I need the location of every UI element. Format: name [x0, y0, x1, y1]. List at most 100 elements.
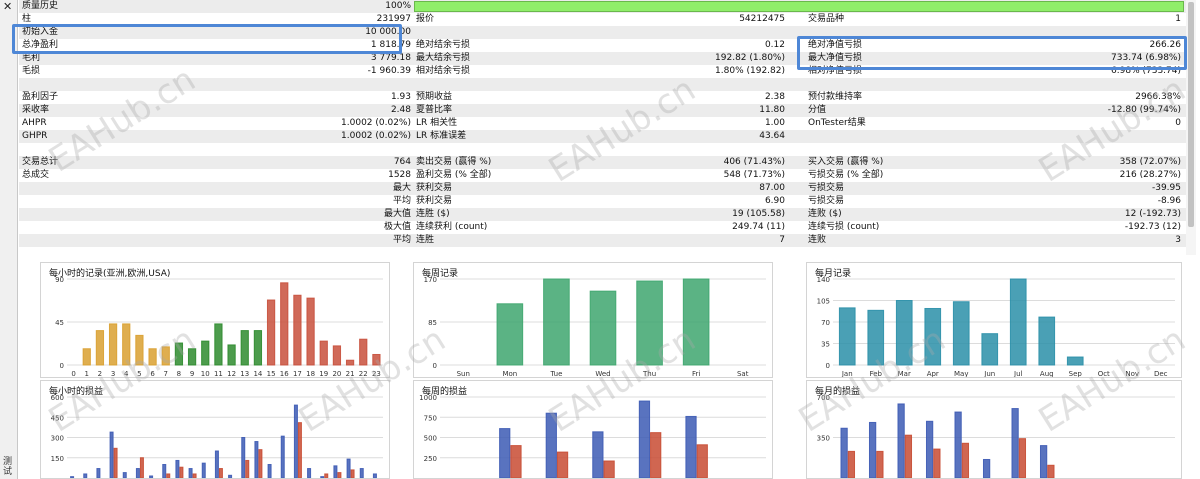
- report-row-spacer-2: [19, 143, 1186, 156]
- margin-level-value: 2966.38%: [1135, 92, 1181, 102]
- report-row-maximal-consec: 极大值 连续获利 (count) 249.74 (11) 连续亏损 (count…: [19, 221, 1186, 234]
- maximal-consec-profit-value: 249.74 (11): [732, 222, 785, 232]
- chart-bar: [895, 300, 913, 366]
- report-scrollbar[interactable]: [1186, 0, 1196, 255]
- gross-profit-label: 毛利: [22, 53, 41, 63]
- x-tick-label: Apr: [927, 370, 939, 378]
- chart-bar: [161, 346, 170, 366]
- chart-bar: [332, 345, 342, 366]
- gross-profit-value: 3 779.18: [370, 53, 411, 63]
- report-row-ghpr: GHPR 1.0002 (0.02%) LR 标准误差 43.64: [19, 130, 1186, 143]
- quality-value: 100%: [385, 1, 411, 11]
- chart-monthly-pnl: 每月的损益 700 350: [806, 380, 1182, 479]
- side-tab-label[interactable]: 测试: [3, 457, 15, 477]
- x-tick-label: Mar: [898, 370, 911, 378]
- chart-bar: [1038, 316, 1056, 366]
- close-icon[interactable]: ✕: [3, 1, 12, 12]
- x-tick-label: 12: [227, 370, 236, 378]
- chart-bar: [372, 353, 381, 366]
- chart-bar: [201, 462, 206, 478]
- short-trades-value: 406 (71.43%): [723, 157, 785, 167]
- y-tick-label: 0: [60, 362, 64, 370]
- ahpr-label: AHPR: [22, 118, 47, 128]
- chart-bar: [214, 450, 219, 478]
- chart-bar: [241, 437, 246, 478]
- chart-bar: [320, 476, 325, 478]
- chart-bar: [187, 348, 197, 366]
- x-tick-label: 1: [85, 370, 89, 378]
- total-trades-value: 764: [393, 157, 411, 167]
- chart-bar: [174, 342, 184, 366]
- max-consec-wins-label: 连胜 ($): [416, 209, 450, 219]
- chart-bar: [201, 340, 210, 366]
- chart-bar: [952, 301, 970, 366]
- chart-bar: [961, 442, 970, 478]
- chart-bar: [876, 450, 884, 478]
- maximal-consec-profit-label: 连续获利 (count): [416, 222, 488, 232]
- chart-bar: [982, 458, 991, 478]
- chart-bar: [214, 323, 223, 366]
- chart-bar: [108, 323, 118, 366]
- ontester-value: 0: [1175, 118, 1181, 128]
- chart-bar: [307, 468, 312, 478]
- y-tick-label: 150: [51, 455, 64, 463]
- x-tick-label: Fri: [692, 370, 700, 378]
- x-tick-label: 6: [150, 370, 155, 378]
- chart-bar: [933, 448, 941, 478]
- chart-bar: [545, 412, 557, 478]
- chart-bar: [345, 359, 355, 366]
- chart-bar: [218, 468, 223, 478]
- chart-bar: [253, 330, 263, 366]
- chart-bar: [868, 421, 877, 478]
- x-tick-label: 17: [293, 370, 302, 378]
- chart-bar: [840, 427, 848, 478]
- maximal-label: 极大值: [383, 222, 411, 232]
- report-row-bars: 柱 231997 报价 54212475 交易品种 1: [19, 13, 1186, 26]
- balance-dd-rel-value: 1.80% (192.82): [715, 66, 785, 76]
- short-trades-label: 卖出交易 (赢得 %): [416, 157, 492, 167]
- x-tick-label: Sat: [737, 370, 749, 378]
- chart-bar: [122, 323, 131, 366]
- quality-label: 质量历史: [22, 1, 59, 11]
- lr-stderr-label: LR 标准误差: [416, 131, 467, 141]
- equity-dd-max-label: 最大净值亏损: [808, 53, 863, 63]
- chart-bar: [510, 445, 522, 478]
- profit-factor-value: 1.93: [390, 92, 411, 102]
- bars-label: 柱: [22, 14, 32, 24]
- x-tick-label: Jan: [841, 370, 853, 378]
- avg-consec-label: 平均: [392, 235, 411, 245]
- x-tick-label: 20: [332, 370, 341, 378]
- chart-bar: [324, 473, 329, 478]
- chart-bar: [240, 330, 249, 366]
- quality-progress-bar: [414, 1, 1184, 12]
- y-tick-label: 85: [428, 319, 437, 327]
- score-value: -12.80 (99.74%): [1107, 105, 1181, 115]
- equity-dd-rel-value: 6.98% (733.74): [1111, 66, 1181, 76]
- report-row-largest: 最大 获利交易 87.00 亏损交易 -39.95: [19, 182, 1186, 195]
- x-tick-label: Sep: [1069, 370, 1083, 378]
- gross-loss-label: 毛损: [22, 66, 41, 76]
- report-scrollbar-thumb[interactable]: [1188, 2, 1194, 227]
- profit-trades-label: 盈利交易 (% 全部): [416, 170, 492, 180]
- chart-bar: [359, 468, 364, 478]
- chart-bar: [245, 459, 250, 478]
- chart-bar: [175, 459, 180, 478]
- chart-bar: [280, 435, 285, 478]
- y-tick-label: 90: [55, 276, 64, 284]
- chart-bar: [280, 282, 289, 366]
- y-tick-label: 300: [51, 435, 64, 443]
- largest-loss-value: -39.95: [1151, 183, 1181, 193]
- chart-bar: [192, 473, 197, 478]
- y-tick-label: 140: [817, 276, 830, 284]
- x-tick-label: Sun: [457, 370, 470, 378]
- y-tick-label: 0: [826, 362, 830, 370]
- x-tick-label: 11: [214, 370, 223, 378]
- chart-bar: [227, 344, 236, 366]
- x-tick-label: Thu: [642, 370, 656, 378]
- recovery-value: 2.48: [390, 105, 411, 115]
- x-tick-label: 15: [267, 370, 276, 378]
- lr-correlation-label: LR 相关性: [416, 118, 458, 128]
- chart-bar: [139, 457, 144, 478]
- net-profit-label: 总净盈利: [22, 40, 59, 50]
- balance-dd-abs-label: 绝对结余亏损: [416, 40, 471, 50]
